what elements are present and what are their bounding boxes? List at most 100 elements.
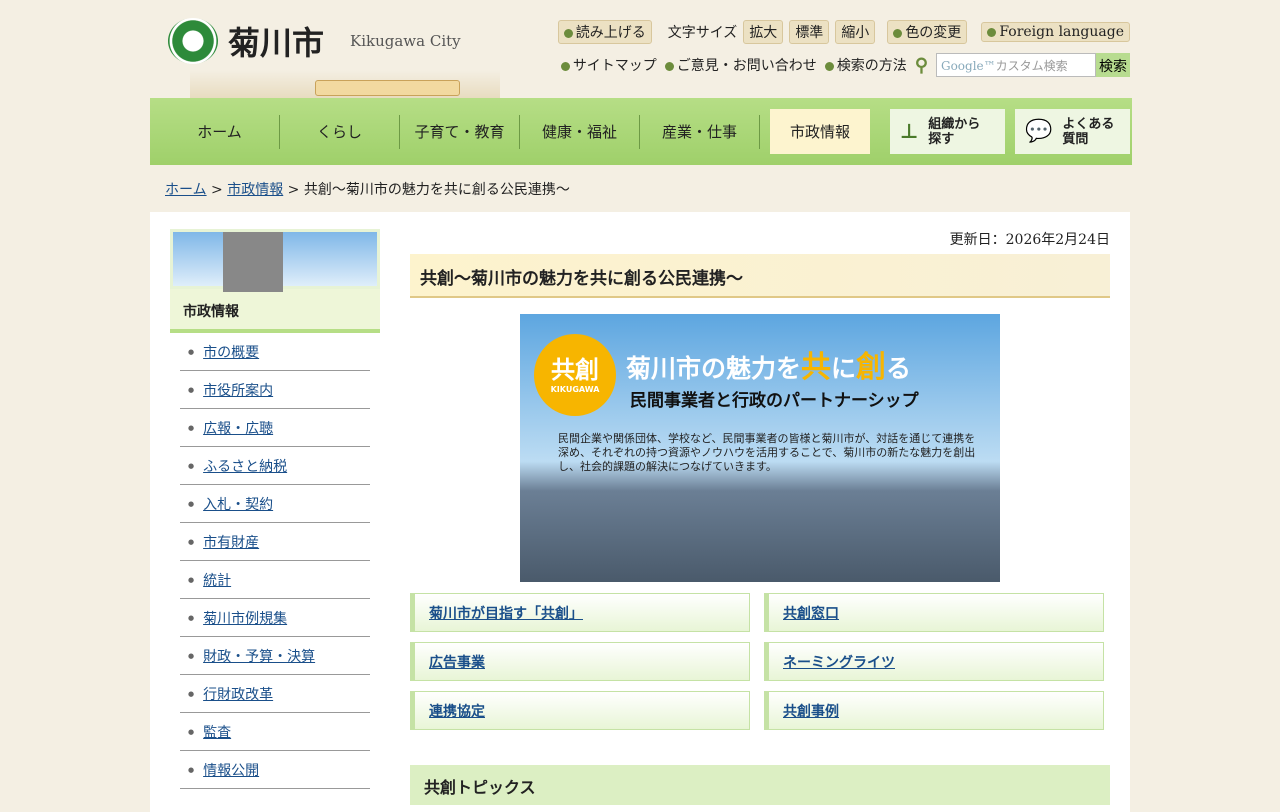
- breadcrumb-parent[interactable]: 市政情報: [227, 182, 283, 198]
- logo-text: 菊川市: [228, 24, 325, 62]
- nav-living[interactable]: くらし: [280, 114, 400, 149]
- link-box: 連携協定: [410, 691, 750, 730]
- sidebar-link[interactable]: 統計: [203, 570, 231, 590]
- search-button[interactable]: 検索: [1096, 53, 1130, 77]
- link-box: 菊川市が目指す「共創」: [410, 593, 750, 632]
- sidebar-item: 統計: [180, 561, 370, 599]
- banner-badge: 共創 KIKUGAWA: [534, 334, 616, 416]
- content: 更新日：2026年2月24日 共創～菊川市の魅力を共に創る公民連携～ 共創 KIK…: [410, 229, 1110, 805]
- banner-badge-text: 共創: [551, 356, 599, 384]
- breadcrumb-separator: >: [283, 182, 304, 198]
- updated-date: 更新日：2026年2月24日: [949, 232, 1110, 248]
- sidebar-item: 情報公開: [180, 751, 370, 789]
- logo-english: Kikugawa City: [350, 32, 461, 50]
- sidebar-title: 市政情報: [170, 289, 380, 333]
- site-logo[interactable]: 菊川市: [168, 18, 324, 64]
- nav-faq-label: よくある 質問: [1062, 116, 1115, 147]
- breadcrumb: ホーム > 市政情報 > 共創～菊川市の魅力を共に創る公民連携～: [165, 179, 570, 199]
- sidebar-item: 市の概要: [180, 333, 370, 371]
- sidebar-item: ふるさと納税: [180, 447, 370, 485]
- link-grid: 菊川市が目指す「共創」 共創窓口 広告事業 ネーミングライツ 連携協定 共創事例: [410, 593, 1110, 730]
- kyoso-banner-image: 共創 KIKUGAWA 菊川市の魅力を共に創る 民間事業者と行政のパートナーシップ…: [520, 314, 1000, 582]
- search-method-link[interactable]: 検索の方法: [824, 55, 907, 75]
- nav-childcare-education[interactable]: 子育て・教育: [400, 114, 520, 149]
- sidebar-item: 広報・広聴: [180, 409, 370, 447]
- nav-industry-work[interactable]: 産業・仕事: [640, 114, 760, 149]
- read-aloud-label: 読み上げる: [575, 25, 646, 41]
- bullet-icon: [664, 61, 674, 71]
- link-naming-rights[interactable]: ネーミングライツ: [783, 655, 895, 671]
- sidebar-link[interactable]: 監査: [203, 722, 231, 742]
- sidebar-link[interactable]: 広報・広聴: [203, 418, 273, 438]
- org-chart-icon: ⊥: [900, 119, 919, 143]
- link-kyoso-goal[interactable]: 菊川市が目指す「共創」: [429, 606, 583, 622]
- headline-part: に: [831, 354, 857, 383]
- sidebar-link[interactable]: 菊川市例規集: [203, 608, 287, 628]
- banner-headline: 菊川市の魅力を共に創る: [626, 342, 911, 386]
- sidebar-item: 市有財産: [180, 523, 370, 561]
- sidebar-item: 財政・予算・決算: [180, 637, 370, 675]
- speech-bubble-icon: 💬: [1025, 119, 1053, 144]
- breadcrumb-home[interactable]: ホーム: [165, 182, 207, 198]
- link-box: 共創窓口: [764, 593, 1104, 632]
- font-large-button[interactable]: 拡大: [743, 20, 784, 44]
- google-brand: Google™: [941, 59, 996, 73]
- sitemap-link[interactable]: サイトマップ: [560, 55, 657, 75]
- nav-faq[interactable]: 💬 よくある 質問: [1015, 109, 1130, 154]
- link-partnership-agreements[interactable]: 連携協定: [429, 704, 485, 720]
- search-icon: ⚲: [914, 54, 928, 76]
- contact-label: ご意見・お問い合わせ: [676, 58, 817, 74]
- sitemap-label: サイトマップ: [572, 58, 657, 74]
- nav-health-welfare[interactable]: 健康・福祉: [520, 114, 640, 149]
- contact-link[interactable]: ご意見・お問い合わせ: [664, 55, 817, 75]
- foreign-language-button[interactable]: Foreign language: [981, 22, 1130, 42]
- bullet-icon: [893, 28, 903, 38]
- headline-part: 創: [856, 350, 887, 385]
- train-illustration: [315, 80, 460, 96]
- font-standard-button[interactable]: 標準: [789, 20, 830, 44]
- logo-mark-icon: [168, 18, 218, 64]
- link-kyoso-window[interactable]: 共創窓口: [783, 606, 839, 622]
- link-box: 広告事業: [410, 642, 750, 681]
- banner-subheadline: 民間事業者と行政のパートナーシップ: [630, 391, 919, 411]
- link-kyoso-cases[interactable]: 共創事例: [783, 704, 839, 720]
- bullet-icon: [987, 27, 997, 37]
- breadcrumb-separator: >: [206, 182, 228, 198]
- global-nav: ホーム くらし 子育て・教育 健康・福祉 産業・仕事 市政情報 ⊥ 組織から 探す…: [150, 98, 1132, 165]
- sidebar-item: 市役所案内: [180, 371, 370, 409]
- color-change-button[interactable]: 色の変更: [887, 20, 968, 44]
- headline-part: る: [886, 354, 912, 383]
- search-method-label: 検索の方法: [836, 58, 907, 74]
- nav-city-administration[interactable]: 市政情報: [770, 109, 870, 154]
- link-advertising[interactable]: 広告事業: [429, 655, 485, 671]
- sidebar-list: 市の概要 市役所案内 広報・広聴 ふるさと納税 入札・契約 市有財産 統計 菊川…: [180, 333, 370, 789]
- sidebar-link[interactable]: 財政・予算・決算: [203, 646, 315, 666]
- foreign-language-label: Foreign language: [999, 24, 1124, 40]
- sidebar-link[interactable]: ふるさと納税: [203, 456, 287, 476]
- sidebar-item: 行財政改革: [180, 675, 370, 713]
- color-change-label: 色の変更: [905, 25, 962, 41]
- nav-organization-label: 組織から 探す: [928, 116, 981, 147]
- section-heading: 共創トピックス: [410, 765, 1110, 805]
- utility-bar: 読み上げる 文字サイズ 拡大 標準 縮小 色の変更 Foreign langua…: [557, 20, 1130, 44]
- sidebar-link[interactable]: 市役所案内: [203, 380, 273, 400]
- link-box: ネーミングライツ: [764, 642, 1104, 681]
- read-aloud-button[interactable]: 読み上げる: [557, 20, 652, 44]
- sidebar-link[interactable]: 行財政改革: [203, 684, 273, 704]
- bullet-icon: [560, 61, 570, 71]
- sidebar-link[interactable]: 入札・契約: [203, 494, 273, 514]
- sidebar-link[interactable]: 市の概要: [203, 342, 259, 362]
- sidebar-link[interactable]: 市有財産: [203, 532, 259, 552]
- bullet-icon: [563, 28, 573, 38]
- utility-links: サイトマップ ご意見・お問い合わせ 検索の方法 ⚲ Google™カスタム検索 …: [560, 53, 1130, 77]
- sidebar-link[interactable]: 情報公開: [203, 760, 259, 780]
- banner-body: 民間企業や関係団体、学校など、民間事業者の皆様と菊川市が、対話を通じて連携を深め…: [558, 432, 976, 473]
- sidebar-item: 入札・契約: [180, 485, 370, 523]
- nav-organization[interactable]: ⊥ 組織から 探す: [890, 109, 1005, 154]
- bullet-icon: [824, 61, 834, 71]
- sidebar-item: 監査: [180, 713, 370, 751]
- search-input[interactable]: Google™カスタム検索: [936, 53, 1096, 77]
- breadcrumb-current: 共創～菊川市の魅力を共に創る公民連携～: [303, 182, 570, 198]
- nav-home[interactable]: ホーム: [160, 114, 280, 149]
- font-small-button[interactable]: 縮小: [835, 20, 876, 44]
